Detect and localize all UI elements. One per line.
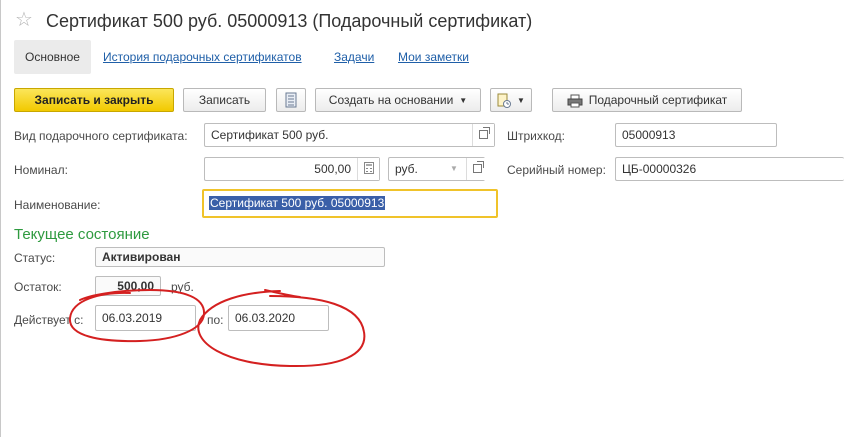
red-annotation-marks bbox=[68, 288, 366, 368]
annotation-circle-valid-from bbox=[68, 288, 206, 343]
annotation-circle-valid-to bbox=[197, 289, 366, 368]
